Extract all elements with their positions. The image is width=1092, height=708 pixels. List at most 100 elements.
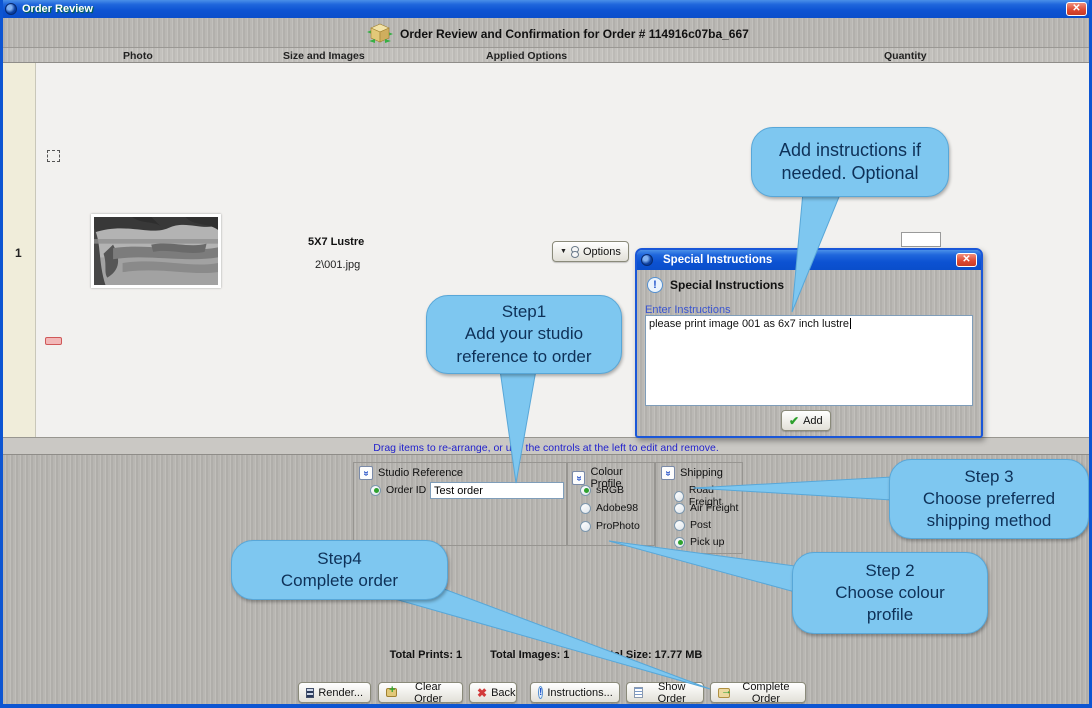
pickup-label: Pick up [690, 536, 724, 548]
dialog-close-icon[interactable]: ✕ [956, 253, 977, 267]
complete-order-icon [718, 688, 730, 698]
callout-line: Add instructions if [779, 139, 921, 162]
callout-line: Step4 [317, 548, 361, 570]
total-prints: Total Prints: 1 [390, 649, 463, 661]
callout-line: Add your studio [465, 323, 583, 345]
callout-line: Complete order [281, 570, 398, 592]
hint-text: Drag items to re-arrange, or use the con… [373, 442, 719, 454]
callout-add-instructions: Add instructions if needed. Optional [751, 127, 949, 197]
print-size-label: 5X7 Lustre [308, 236, 364, 248]
colour-profile-group: « Colour Profile sRGB Adobe98 ProPhoto [566, 462, 655, 546]
special-instructions-dialog: Special Instructions ✕ ! Special Instruc… [635, 248, 983, 438]
dialog-titlebar: Special Instructions ✕ [637, 250, 981, 270]
order-totals: Total Prints: 1 Total Images: 1 Total Si… [3, 649, 1089, 661]
clear-order-button-label: Clear Order [401, 681, 455, 705]
quantity-stepper[interactable] [901, 232, 941, 247]
enter-instructions-group: Enter Instructions please print image 00… [645, 300, 973, 406]
road-freight-radio[interactable] [674, 491, 684, 502]
callout-step4: Step4 Complete order [231, 540, 448, 600]
prophoto-label: ProPhoto [596, 520, 640, 532]
info-icon: ! [647, 277, 663, 293]
row-index-strip: 1 [3, 63, 36, 437]
callout-line: profile [867, 604, 913, 626]
list-icon [634, 687, 643, 698]
callout-step2: Step 2 Choose colour profile [792, 552, 988, 634]
remove-item-button[interactable] [45, 337, 62, 345]
adobe98-radio[interactable] [580, 503, 591, 514]
add-button[interactable]: ✔ Add [781, 410, 831, 431]
shipping-title: Shipping [680, 467, 723, 479]
check-icon: ✔ [789, 414, 799, 428]
callout-line: Step 2 [865, 560, 914, 582]
callout-line: needed. Optional [781, 162, 918, 185]
window-titlebar: Order Review ✕ [0, 0, 1092, 18]
app-icon [5, 3, 17, 15]
hint-bar: Drag items to re-arrange, or use the con… [3, 437, 1089, 455]
complete-order-button[interactable]: Complete Order [710, 682, 806, 703]
info-icon: ! [538, 686, 543, 699]
shipping-group: « Shipping Road Freight Air Freight Post… [655, 462, 743, 554]
complete-order-button-label: Complete Order [734, 681, 798, 705]
callout-step3: Step 3 Choose preferred shipping method [889, 459, 1089, 539]
dialog-header-label: Special Instructions [670, 278, 784, 292]
clear-order-button[interactable]: Clear Order [378, 682, 463, 703]
collapse-icon[interactable]: « [572, 471, 585, 485]
close-icon[interactable]: ✕ [1066, 2, 1087, 16]
photo-thumbnail[interactable] [91, 214, 221, 288]
order-id-radio[interactable] [370, 485, 381, 496]
callout-line: Choose colour [835, 582, 945, 604]
instructions-textarea[interactable]: please print image 001 as 6x7 inch lustr… [645, 315, 973, 406]
pickup-radio[interactable] [674, 537, 685, 548]
show-order-button[interactable]: Show Order [626, 682, 704, 703]
render-button[interactable]: Render... [298, 682, 371, 703]
render-button-label: Render... [318, 687, 363, 699]
instructions-button[interactable]: ! Instructions... [530, 682, 620, 703]
dialog-header: ! Special Instructions [647, 277, 784, 293]
back-button-label: Back [491, 687, 515, 699]
post-radio[interactable] [674, 520, 685, 531]
column-quantity: Quantity [884, 50, 927, 62]
srgb-radio[interactable] [580, 485, 591, 496]
collapse-icon[interactable]: « [661, 466, 675, 480]
text-cursor [850, 318, 851, 329]
row-number: 1 [15, 246, 22, 260]
callout-line: Step1 [502, 301, 546, 323]
studio-reference-title: Studio Reference [378, 467, 463, 479]
show-order-button-label: Show Order [647, 681, 696, 705]
instructions-button-label: Instructions... [547, 687, 612, 699]
window-title: Order Review [22, 3, 93, 15]
column-applied-options: Applied Options [486, 50, 567, 62]
callout-line: shipping method [927, 510, 1052, 532]
post-label: Post [690, 519, 711, 531]
file-name-label: 2\001.jpg [315, 259, 360, 271]
adobe98-label: Adobe98 [596, 502, 638, 514]
total-size: Total Size: 17.77 MB [597, 649, 702, 661]
dialog-title: Special Instructions [663, 254, 772, 266]
air-freight-radio[interactable] [674, 503, 685, 514]
column-photo: Photo [123, 50, 153, 62]
callout-line: Choose preferred [923, 488, 1055, 510]
prophoto-radio[interactable] [580, 521, 591, 532]
callout-line: reference to order [456, 346, 591, 368]
air-freight-label: Air Freight [690, 502, 738, 514]
order-id-label: Order ID [386, 484, 426, 496]
chevron-down-icon: ▼ [560, 248, 567, 255]
instructions-text: please print image 001 as 6x7 inch lustr… [649, 318, 849, 330]
column-size-images: Size and Images [283, 50, 365, 62]
clear-order-icon [386, 688, 397, 697]
options-button-label: Options [583, 246, 621, 258]
select-item-checkbox[interactable] [47, 150, 60, 162]
order-id-input[interactable] [430, 482, 564, 499]
srgb-label: sRGB [596, 484, 624, 496]
back-icon: ✖ [477, 688, 487, 698]
back-button[interactable]: ✖ Back [469, 682, 517, 703]
callout-line: Step 3 [964, 466, 1013, 488]
collapse-icon[interactable]: « [359, 466, 373, 480]
dialog-icon [641, 254, 653, 266]
render-icon [306, 688, 314, 698]
add-button-label: Add [803, 415, 823, 427]
studio-reference-group: « Studio Reference Order ID [353, 462, 568, 546]
options-button[interactable]: ▼ Options [552, 241, 629, 262]
options-icon [571, 246, 579, 258]
order-review-window: Order Review ✕ Order Review and Confirma… [0, 0, 1092, 708]
